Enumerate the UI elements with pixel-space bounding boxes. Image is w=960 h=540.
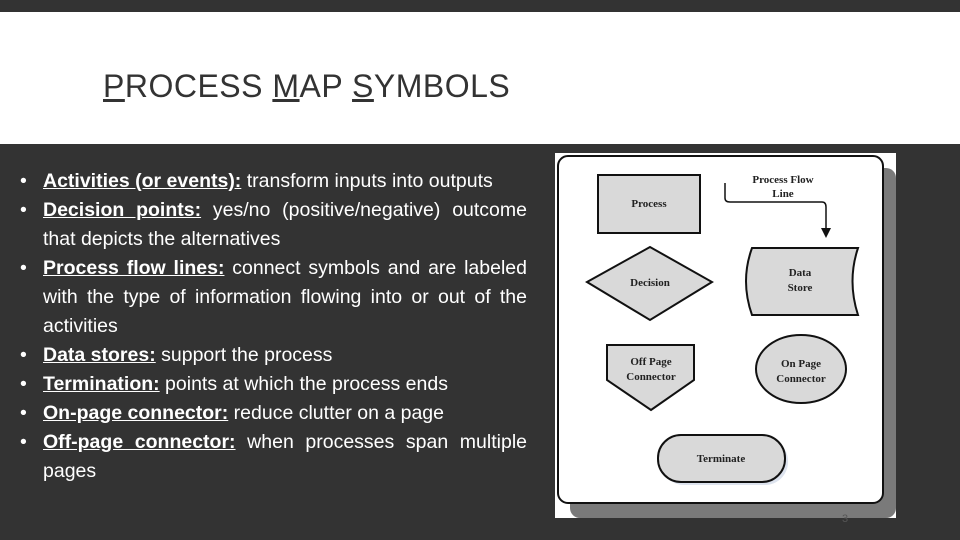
bullet-text: points at which the process ends — [159, 373, 448, 395]
off-page-label: Connector — [626, 371, 676, 383]
bullet-label: Termination: — [43, 373, 160, 395]
bullet-item: Termination: points at which the process… — [20, 370, 527, 399]
bullet-label: Data stores: — [43, 344, 156, 366]
page-number: 3 — [842, 513, 849, 525]
title-part: P — [103, 68, 125, 104]
terminate-symbol: Terminate — [657, 434, 788, 485]
on-page-connector-symbol: On Page Connector — [755, 334, 847, 404]
decision-label: Decision — [630, 277, 670, 289]
bullet-item: Process flow lines: connect symbols and … — [20, 254, 527, 341]
process-symbol: Process — [597, 174, 701, 234]
top-bar — [0, 0, 960, 12]
terminate-label: Terminate — [697, 453, 746, 465]
bullet-item: Data stores: support the process — [20, 341, 527, 370]
bullet-label: Off-page connector: — [43, 431, 236, 453]
bullet-text: support the process — [155, 344, 333, 366]
bullet-list: Activities (or events): transform inputs… — [20, 167, 527, 486]
bullet-label: On-page connector: — [43, 402, 229, 424]
title-part: YMBOLS — [373, 68, 511, 104]
bullet-item: Activities (or events): transform inputs… — [20, 167, 527, 196]
bullet-label: Process flow lines: — [43, 257, 225, 279]
title-bar: PROCESS MAP SYMBOLS — [0, 12, 960, 144]
bullet-label: Activities (or events): — [43, 170, 242, 192]
flow-line-label: Line — [772, 188, 794, 200]
on-page-label: Connector — [776, 373, 826, 385]
process-map-diagram: Process Process Flow Line Decision Data … — [555, 153, 896, 518]
data-store-symbol: Data Store — [745, 247, 860, 316]
bullet-item: Off-page connector: when processes span … — [20, 428, 527, 486]
bullet-item: Decision points: yes/no (positive/negati… — [20, 196, 527, 254]
bullet-label: Decision points: — [43, 199, 202, 221]
bullet-item: On-page connector: reduce clutter on a p… — [20, 399, 527, 428]
data-store-label: Store — [788, 282, 813, 294]
bullet-text: reduce clutter on a page — [228, 402, 444, 424]
off-page-label: Off Page — [630, 356, 671, 368]
data-store-label: Data — [789, 267, 812, 279]
process-label: Process — [631, 198, 667, 210]
bullet-text: transform inputs into outputs — [241, 170, 493, 192]
flow-line-label: Process Flow — [752, 174, 813, 186]
slide-title: PROCESS MAP SYMBOLS — [103, 68, 510, 105]
title-part: S — [352, 68, 374, 104]
title-part: AP — [299, 68, 353, 104]
on-page-label: On Page — [781, 358, 821, 370]
title-part: ROCESS — [124, 68, 273, 104]
title-part: M — [272, 68, 300, 104]
